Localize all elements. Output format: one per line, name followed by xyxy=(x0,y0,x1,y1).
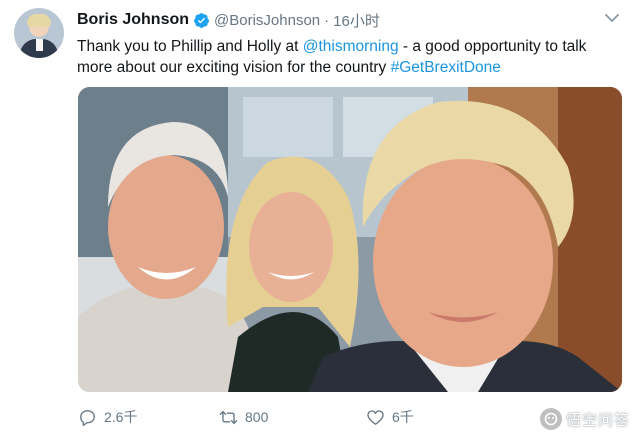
tweet-text-intro: Thank you to Phillip and Holly at xyxy=(77,38,303,55)
avatar-shirt xyxy=(36,39,43,51)
retweet-icon xyxy=(219,410,238,424)
like-button[interactable]: 6千 xyxy=(366,407,466,427)
like-count: 6千 xyxy=(392,409,414,425)
retweet-button[interactable]: 800 xyxy=(219,408,366,427)
mention-link[interactable]: @thismorning xyxy=(303,38,399,55)
avatar[interactable] xyxy=(14,8,64,58)
retweet-count: 800 xyxy=(245,409,269,425)
tweet-text: Thank you to Phillip and Holly at @thism… xyxy=(77,36,622,78)
chevron-down-icon[interactable] xyxy=(602,8,622,28)
tweet-photo[interactable] xyxy=(78,87,622,392)
wukong-logo-icon xyxy=(539,408,562,430)
avatar-hair xyxy=(27,14,51,27)
tweet-header: Boris Johnson @BorisJohnson · 16小时 xyxy=(77,9,380,31)
watermark-text: 悟空问答 xyxy=(565,411,630,429)
watermark: 悟空问答 xyxy=(539,408,630,430)
photo-illustration xyxy=(78,87,622,392)
like-icon xyxy=(367,409,384,425)
tweet-timestamp[interactable]: 16小时 xyxy=(333,10,380,31)
author-name[interactable]: Boris Johnson xyxy=(77,11,189,29)
action-bar: 2.6千 800 6千 xyxy=(78,405,466,429)
reply-icon xyxy=(80,409,95,426)
verified-badge-icon xyxy=(194,12,209,28)
reply-button[interactable]: 2.6千 xyxy=(78,407,219,427)
author-handle[interactable]: @BorisJohnson xyxy=(214,12,320,29)
reply-count: 2.6千 xyxy=(104,409,138,425)
hashtag-link[interactable]: #GetBrexitDone xyxy=(391,59,501,76)
header-separator: · xyxy=(324,11,330,29)
